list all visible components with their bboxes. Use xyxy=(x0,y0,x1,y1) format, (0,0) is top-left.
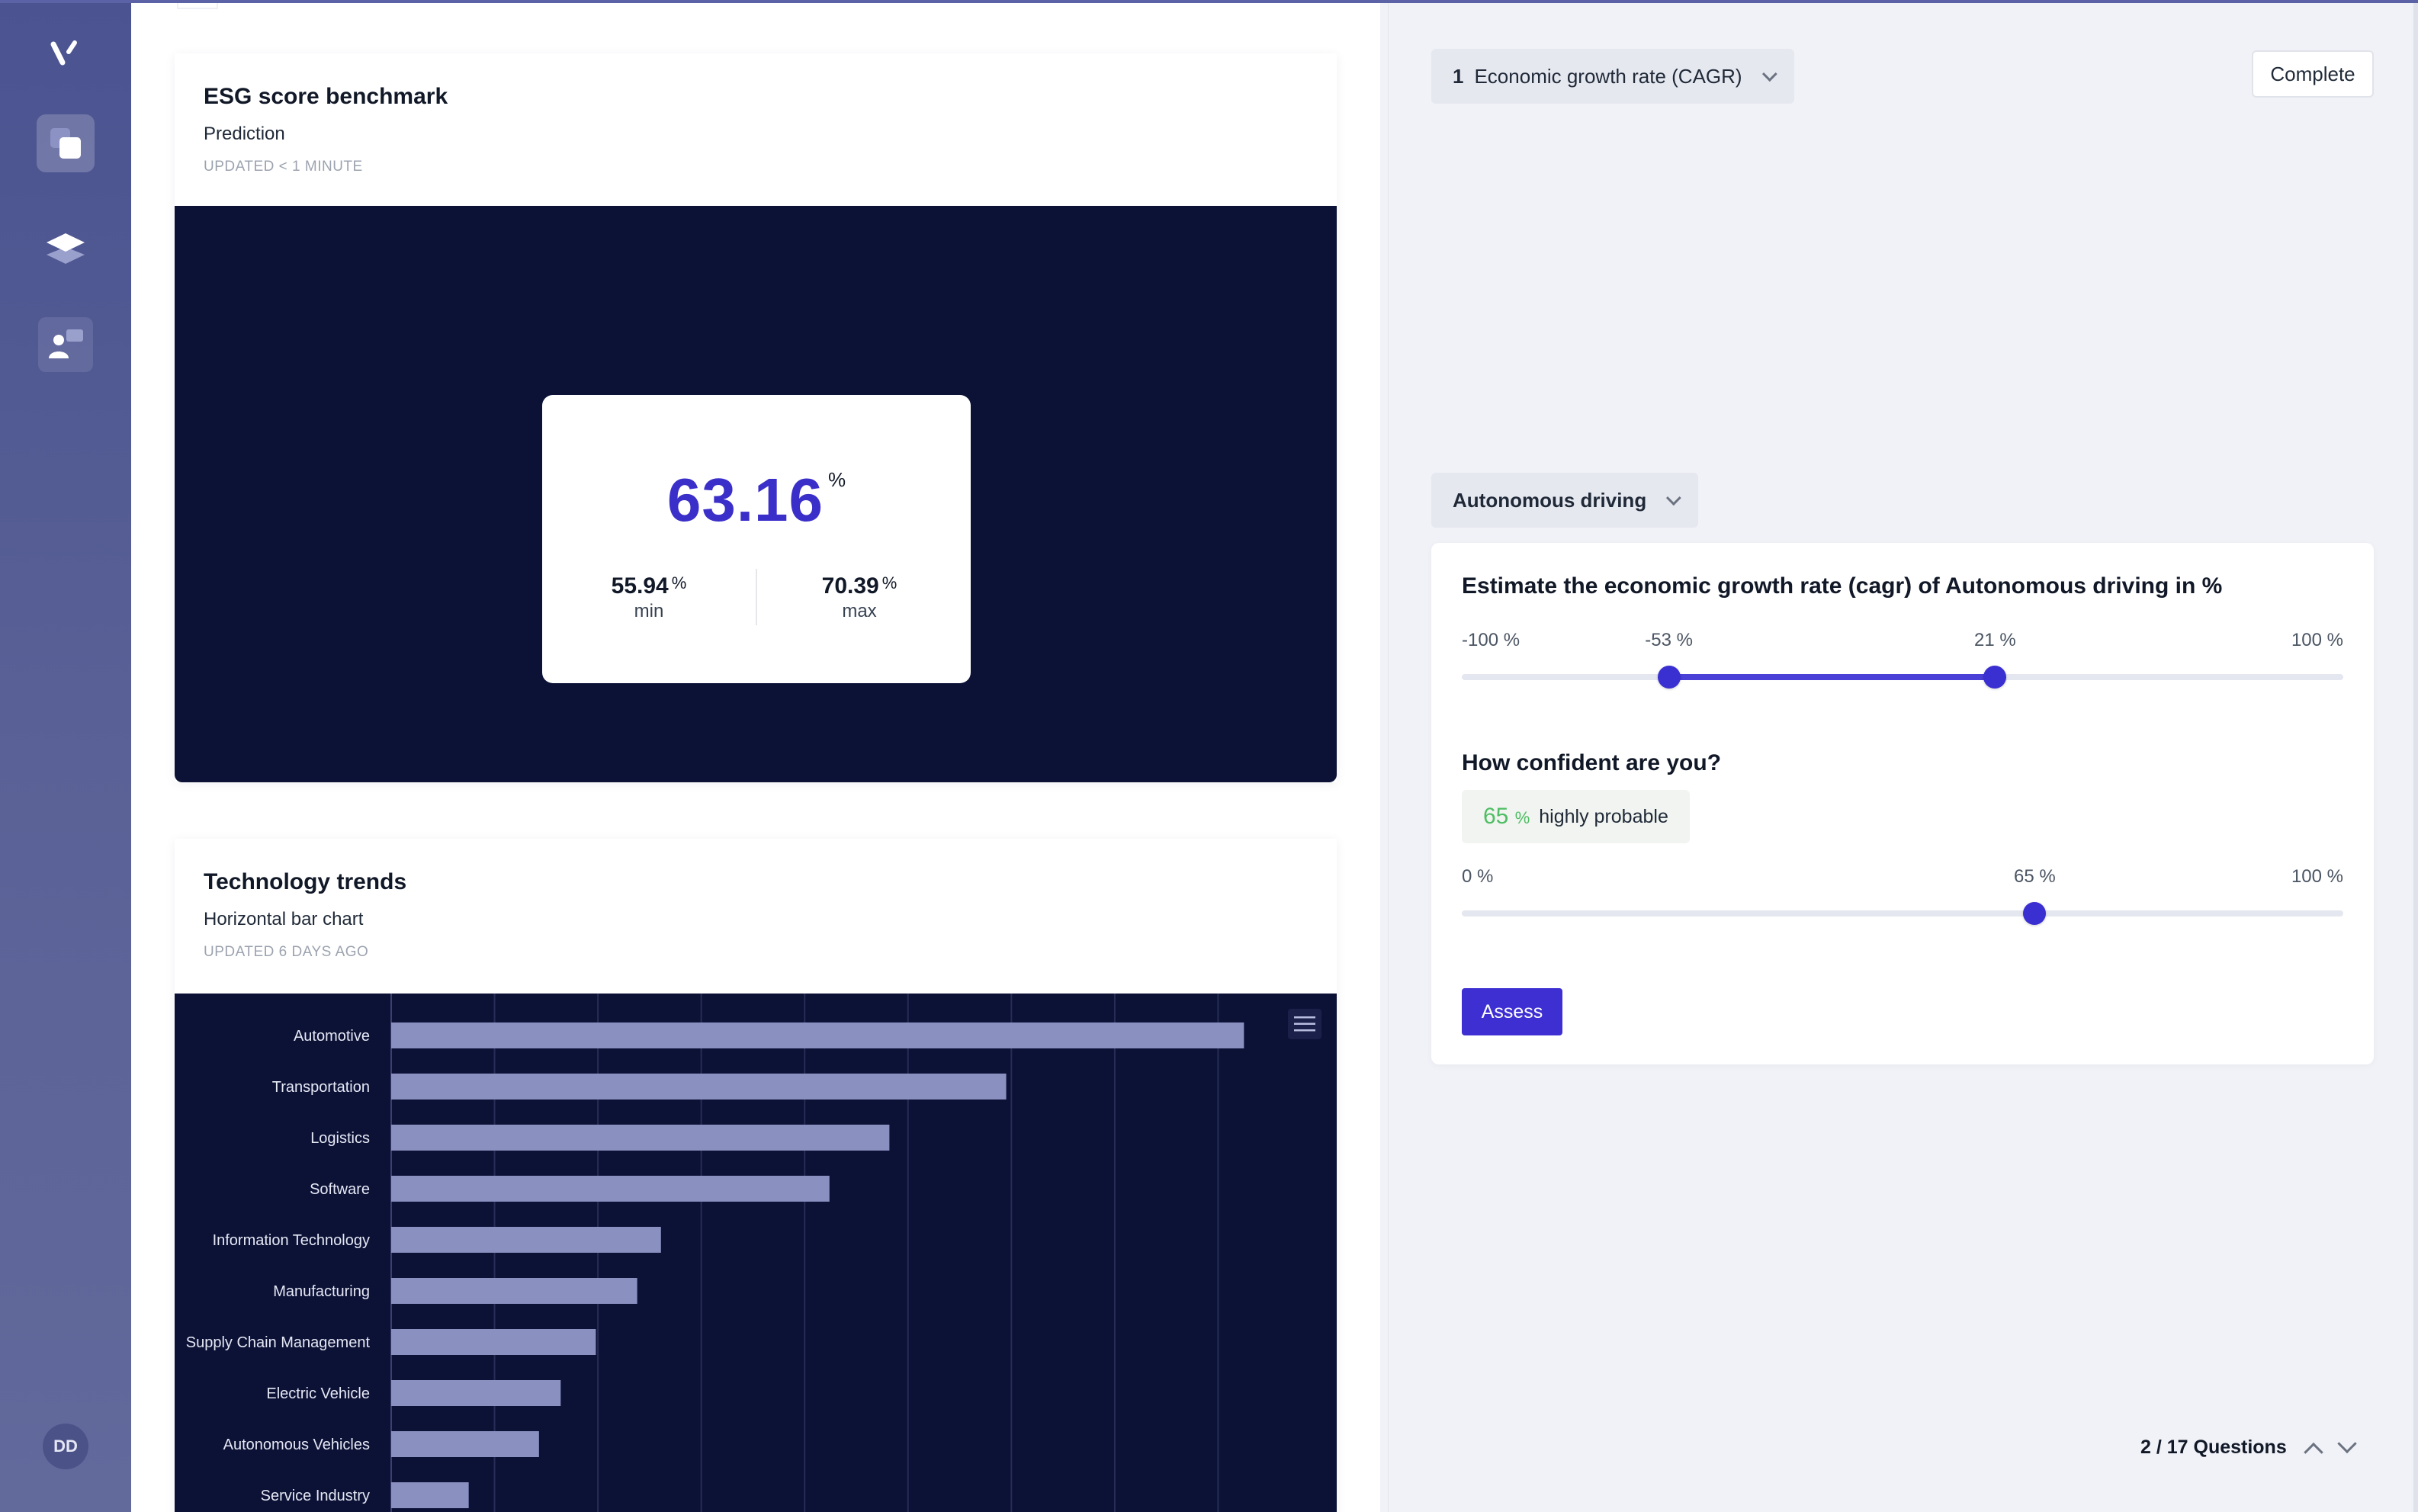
pager-text: 2 / 17 Questions xyxy=(2140,1437,2287,1458)
range-slider-low-handle[interactable] xyxy=(1657,666,1681,689)
metric-dropdown[interactable]: 1 Economic growth rate (CAGR) xyxy=(1431,49,1794,104)
slider-tick-label: 65 % xyxy=(2014,866,2056,887)
esg-score-card: ESG score benchmark Prediction UPDATED <… xyxy=(175,53,1337,782)
slider-tick-label: -53 % xyxy=(1645,630,1694,650)
question-card: Estimate the economic growth rate (cagr)… xyxy=(1431,543,2374,1064)
chart-category-label: Electric Vehicle xyxy=(266,1385,370,1402)
chart-bar[interactable] xyxy=(391,1431,539,1457)
card-title: ESG score benchmark xyxy=(204,84,448,109)
kpi-min-label: min xyxy=(634,601,664,621)
chevron-down-icon xyxy=(1761,66,1777,82)
chart-category-label: Autonomous Vehicles xyxy=(223,1437,370,1453)
confidence-text: highly probable xyxy=(1539,805,1668,827)
confidence-value: 65 % xyxy=(1483,804,1530,829)
chart-menu-button[interactable] xyxy=(1288,1009,1321,1039)
assess-button[interactable]: Assess xyxy=(1462,988,1562,1035)
slider-tick-label: 100 % xyxy=(2291,866,2343,887)
kpi-min-unit: % xyxy=(671,573,687,592)
user-avatar[interactable]: DD xyxy=(43,1424,88,1469)
confidence-title: How confident are you? xyxy=(1462,750,1722,775)
chevron-down-icon xyxy=(1665,490,1681,506)
users-nav-icon[interactable] xyxy=(38,317,93,372)
kpi-max-label: max xyxy=(842,601,877,621)
chart-category-label: Transportation xyxy=(272,1079,370,1096)
chart-category-label: Software xyxy=(310,1181,370,1198)
kpi-max: 70.39% max xyxy=(783,573,936,622)
topic-label: Autonomous driving xyxy=(1453,488,1647,512)
topic-dropdown[interactable]: Autonomous driving xyxy=(1431,473,1698,528)
chart-category-label: Manufacturing xyxy=(273,1283,370,1300)
metric-label: Economic growth rate (CAGR) xyxy=(1474,64,1742,88)
chart-bar[interactable] xyxy=(391,1278,637,1304)
chart-bar[interactable] xyxy=(391,1227,661,1253)
slider-tick-label: -100 % xyxy=(1462,630,1520,650)
card-updated: UPDATED < 1 MINUTE xyxy=(204,159,363,175)
horizontal-bar-chart: Automotive Transportation Logistics Softwar… xyxy=(186,994,1244,1512)
kpi-min-value: 55.94 xyxy=(611,573,669,599)
chart-bar[interactable] xyxy=(391,1380,561,1406)
sidebar: DD xyxy=(0,0,131,1512)
chart-bar[interactable] xyxy=(391,1329,596,1355)
kpi-box: 63.16% 55.94% min 70.39% max xyxy=(542,395,971,683)
technology-trends-card: Technology trends Horizontal bar chart U… xyxy=(175,839,1337,1512)
confidence-badge: 65 % highly probable xyxy=(1462,790,1690,843)
kpi-min: 55.94% min xyxy=(573,573,725,622)
chart-bar[interactable] xyxy=(391,1482,469,1508)
range-slider-high-handle[interactable] xyxy=(1983,666,2007,689)
chart-bar[interactable] xyxy=(391,1125,890,1151)
range-slider-ticks: -100 % -53 % 21 % 100 % xyxy=(1462,630,2343,656)
card-subtitle: Horizontal bar chart xyxy=(204,909,364,929)
confidence-slider-handle[interactable] xyxy=(2023,902,2047,925)
range-slider[interactable] xyxy=(1462,666,2343,689)
complete-button[interactable]: Complete xyxy=(2252,50,2374,98)
confidence-slider-ticks: 0 % 65 % 100 % xyxy=(1462,866,2343,892)
hamburger-icon xyxy=(1294,1016,1315,1032)
chart-category-label: Information Technology xyxy=(213,1232,370,1249)
chart-category-label: Automotive xyxy=(294,1028,370,1045)
layers-nav-icon[interactable] xyxy=(43,226,88,271)
kpi-max-value: 70.39 xyxy=(821,573,879,599)
esg-dark-panel: 63.16% 55.94% min 70.39% max xyxy=(175,206,1337,782)
dashboard-nav-icon[interactable] xyxy=(37,114,95,172)
chart-category-label: Supply Chain Management xyxy=(186,1334,371,1351)
metric-number: 1 xyxy=(1453,64,1464,88)
range-slider-fill xyxy=(1668,674,1996,680)
chevron-up-icon[interactable] xyxy=(2304,1442,2323,1462)
question-pager: 2 / 17 Questions xyxy=(2140,1433,2357,1462)
panel-scrollbar[interactable] xyxy=(2413,0,2418,1512)
chart-category-label: Service Industry xyxy=(261,1488,370,1504)
assessment-panel: 1 Economic growth rate (CAGR) Complete A… xyxy=(1388,0,2418,1512)
slider-tick-label: 100 % xyxy=(2291,630,2343,650)
card-updated: UPDATED 6 DAYS AGO xyxy=(204,944,369,960)
card-title: Technology trends xyxy=(204,869,407,894)
chart-category-label: Logistics xyxy=(310,1130,370,1147)
kpi-unit: % xyxy=(828,468,846,491)
question-text: Estimate the economic growth rate (cagr)… xyxy=(1462,573,2223,599)
chart-bar[interactable] xyxy=(391,1022,1244,1048)
dashboard-feed: ESG score benchmark Prediction UPDATED <… xyxy=(131,0,1380,1512)
kpi-divider xyxy=(756,569,757,625)
top-border xyxy=(0,0,2418,3)
trends-chart-panel: Automotive Transportation Logistics Softwar… xyxy=(175,994,1337,1512)
slider-tick-label: 21 % xyxy=(1974,630,2016,650)
chevron-down-icon[interactable] xyxy=(2337,1433,2357,1453)
card-subtitle: Prediction xyxy=(204,124,285,144)
kpi-value: 63.16 xyxy=(666,466,824,534)
slider-tick-label: 0 % xyxy=(1462,866,1494,887)
chart-bar[interactable] xyxy=(391,1176,830,1202)
kpi-max-unit: % xyxy=(881,573,898,592)
confidence-slider[interactable] xyxy=(1462,902,2343,925)
chart-bar[interactable] xyxy=(391,1074,1007,1099)
app-logo-icon[interactable] xyxy=(49,37,82,70)
